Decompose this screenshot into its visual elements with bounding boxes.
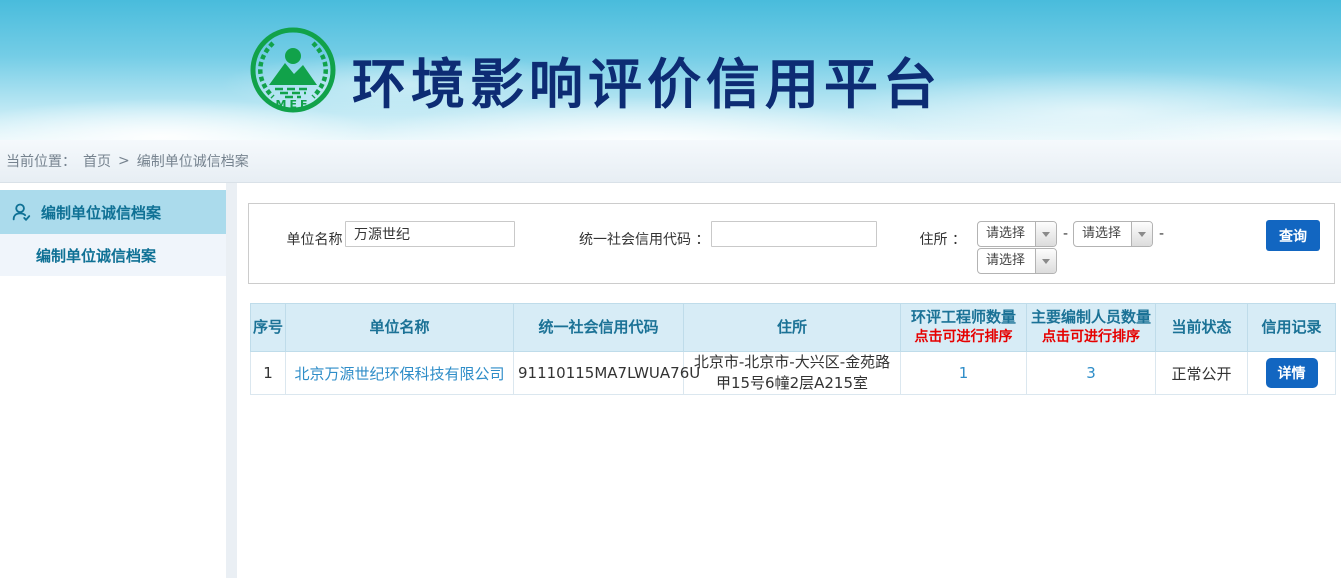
cell-status: 正常公开 [1156,352,1248,395]
table-row: 1 北京万源世纪环保科技有限公司 91110115MA7LWUA76U 北京市-… [251,352,1336,395]
header-index: 序号 [251,304,286,352]
breadcrumb-prefix: 当前位置： [6,151,76,171]
staff-count-link[interactable]: 3 [1086,364,1096,382]
header-status: 当前状态 [1156,304,1248,352]
address-dash-1: - [1063,226,1068,242]
cell-index: 1 [251,352,286,395]
address-label: 住所 ： [897,229,966,249]
city-select-value: 请选择 [1074,222,1131,246]
cell-engineer-count: 1 [901,352,1027,395]
cell-address: 北京市-北京市-大兴区-金苑路 甲15号6幢2层A215室 [684,352,901,395]
chevron-down-icon[interactable] [1035,249,1056,273]
breadcrumb: 当前位置： 首页 > 编制单位诚信档案 [0,140,1341,183]
sidebar-divider [226,183,237,578]
cell-staff-count: 3 [1027,352,1156,395]
query-button[interactable]: 查询 [1266,220,1320,251]
header-address: 住所 [684,304,901,352]
district-select[interactable]: 请选择 [977,248,1057,274]
sort-hint: 点击可进行排序 [903,328,1024,348]
chevron-down-icon[interactable] [1131,222,1152,246]
table-header-row: 序号 单位名称 统一社会信用代码 住所 环评工程师数量 点击可进行排序 主要编制… [251,304,1336,352]
detail-button[interactable]: 详情 [1266,358,1318,388]
sidebar-item-credit-archive[interactable]: 编制单位诚信档案 [0,234,226,276]
sidebar-item-credit-archive-parent[interactable]: 编制单位诚信档案 [0,190,226,234]
engineer-count-link[interactable]: 1 [959,364,969,382]
sort-hint: 点击可进行排序 [1029,328,1153,348]
city-select[interactable]: 请选择 [1073,221,1153,247]
sidebar-item-label: 编制单位诚信档案 [36,245,156,266]
header-engineer-count-sortable[interactable]: 环评工程师数量 点击可进行排序 [901,304,1027,352]
search-form-panel: 单位名称 ： 统一社会信用代码 ： 住所 ： 请选择 - 请选择 - 请选择 查… [248,203,1335,284]
header-unit-name: 单位名称 [286,304,514,352]
unit-name-link[interactable]: 北京万源世纪环保科技有限公司 [294,365,504,383]
cell-unit-name: 北京万源世纪环保科技有限公司 [286,352,514,395]
sidebar-item-label: 编制单位诚信档案 [41,202,161,223]
province-select-value: 请选择 [978,222,1035,246]
district-select-value: 请选择 [978,249,1035,273]
svg-text:MEE: MEE [276,98,311,111]
breadcrumb-separator: > [118,153,130,169]
credit-code-input[interactable] [711,221,877,247]
breadcrumb-current: 编制单位诚信档案 [137,151,249,171]
address-dash-2: - [1159,226,1164,242]
user-check-icon [10,201,32,223]
chevron-down-icon[interactable] [1035,222,1056,246]
page-title: 环境影响评价信用平台 [352,40,942,119]
header-credit-record: 信用记录 [1248,304,1336,352]
header-staff-count-sortable[interactable]: 主要编制人员数量 点击可进行排序 [1027,304,1156,352]
cell-credit-record: 详情 [1248,352,1336,395]
breadcrumb-home-link[interactable]: 首页 [83,151,111,171]
cell-credit-code: 91110115MA7LWUA76U [514,352,684,395]
top-banner: MEE 环境影响评价信用平台 [0,0,1341,140]
province-select[interactable]: 请选择 [977,221,1057,247]
credit-code-label: 统一社会信用代码 ： [579,229,707,249]
unit-name-input[interactable] [345,221,515,247]
header-credit-code: 统一社会信用代码 [514,304,684,352]
results-table: 序号 单位名称 统一社会信用代码 住所 环评工程师数量 点击可进行排序 主要编制… [250,303,1336,395]
mee-logo-icon: MEE [249,26,337,114]
